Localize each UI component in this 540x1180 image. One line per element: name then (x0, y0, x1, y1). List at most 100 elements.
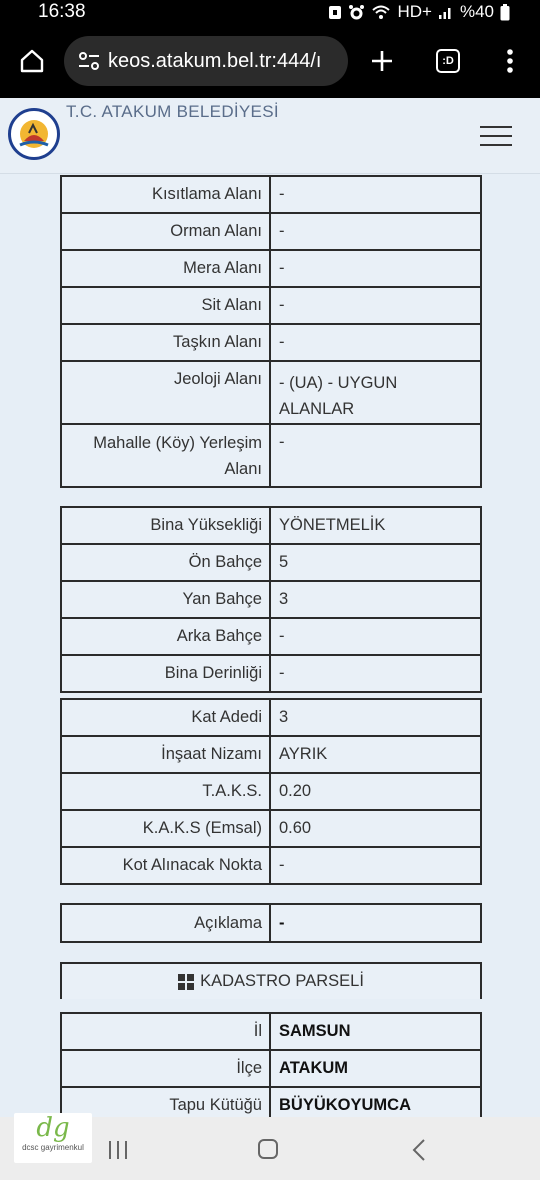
table-row: İlçe ATAKUM (60, 1049, 482, 1088)
row-value: BÜYÜKOYUMCA (269, 1086, 482, 1117)
alarm-icon (349, 4, 365, 19)
home-nav-button[interactable] (258, 1139, 278, 1159)
row-label: Açıklama (60, 903, 271, 943)
table-row: Kısıtlama Alanı - (60, 175, 482, 214)
row-label: Taşkın Alanı (60, 323, 271, 362)
row-label: Jeoloji Alanı (60, 360, 271, 425)
row-value: 5 (269, 543, 482, 582)
row-label: Kat Adedi (60, 698, 271, 737)
watermark-badge: dg dcsc gayrimenkul (14, 1113, 92, 1163)
site-header: T.C. ATAKUM BELEDİYESİ (0, 98, 540, 174)
tab-count: :D (442, 55, 454, 67)
recent-apps-button[interactable] (108, 1141, 128, 1164)
grid-icon (178, 973, 195, 990)
watermark-monogram: dg (36, 1113, 70, 1143)
tab-switcher-button[interactable]: :D (416, 24, 480, 98)
row-label: Arka Bahçe (60, 617, 271, 656)
table-row: Arka Bahçe - (60, 617, 482, 656)
table-row: İl SAMSUN (60, 1012, 482, 1051)
row-label: Ön Bahçe (60, 543, 271, 582)
back-chevron-icon (412, 1139, 425, 1161)
row-value: - (269, 175, 482, 214)
battery-percent: %40 (459, 2, 494, 21)
table-row: Mahalle (Köy) Yerleşim Alanı - (60, 423, 482, 488)
site-title: T.C. ATAKUM BELEDİYESİ (66, 102, 279, 121)
lock-notification-icon (329, 6, 342, 19)
row-label: Kısıtlama Alanı (60, 175, 271, 214)
construction-table: Kat Adedi 3 İnşaat Nizamı AYRIK T.A.K.S. 0.… (60, 698, 482, 885)
row-value: ATAKUM (269, 1049, 482, 1088)
address-bar[interactable]: keos.atakum.bel.tr:444/ı (64, 36, 348, 86)
row-label: İl (60, 1012, 271, 1051)
row-value: - (269, 423, 482, 488)
home-icon (20, 49, 44, 73)
row-value: - (UA) - UYGUN ALANLAR (269, 360, 482, 425)
row-label: Kot Alınacak Nokta (60, 846, 271, 885)
row-value: - (269, 323, 482, 362)
hamburger-line (480, 126, 512, 128)
row-label: Bina Yüksekliği (60, 506, 271, 545)
hamburger-menu-button[interactable] (474, 120, 518, 152)
plus-icon (372, 51, 392, 71)
row-label: Sit Alanı (60, 286, 271, 325)
setbacks-table: Bina Yüksekliği YÖNETMELİK Ön Bahçe 5 Yan … (60, 506, 482, 693)
row-value: - (269, 846, 482, 885)
status-icons: HD+ %40 (328, 2, 510, 22)
tab-switcher-icon: :D (436, 49, 460, 73)
row-label: Orman Alanı (60, 212, 271, 251)
row-label: Mahalle (Köy) Yerleşim Alanı (60, 423, 271, 488)
network-type: HD+ (397, 2, 432, 21)
home-button[interactable] (0, 24, 64, 98)
row-value: AYRIK (269, 735, 482, 774)
cadastre-table: İl SAMSUN İlçe ATAKUM Tapu Kütüğü BÜYÜKOYUM… (60, 1012, 482, 1117)
status-time: 16:38 (38, 1, 86, 22)
parcel-info-content[interactable]: Kısıtlama Alanı - Orman Alanı - Mera Alanı… (0, 175, 540, 1117)
table-row: Bina Yüksekliği YÖNETMELİK (60, 506, 482, 545)
row-label: Tapu Kütüğü (60, 1086, 271, 1117)
row-value: 3 (269, 580, 482, 619)
row-label: T.A.K.S. (60, 772, 271, 811)
recent-apps-icon (109, 1141, 127, 1159)
atakum-logo[interactable] (8, 108, 60, 160)
row-label: İlçe (60, 1049, 271, 1088)
table-row: Jeoloji Alanı - (UA) - UYGUN ALANLAR (60, 360, 482, 425)
hamburger-line (480, 144, 512, 146)
municipality-emblem-icon (13, 113, 55, 155)
new-tab-button[interactable] (348, 24, 416, 98)
table-row: Açıklama - (60, 903, 482, 943)
cadastre-section-header[interactable]: KADASTRO PARSELİ (60, 962, 482, 999)
row-value: 0.20 (269, 772, 482, 811)
table-row: K.A.K.S (Emsal) 0.60 (60, 809, 482, 848)
signal-icon (438, 8, 451, 19)
note-table: Açıklama - (60, 903, 482, 943)
status-bar: 16:38 HD+ %40 (0, 0, 540, 24)
table-row: Kot Alınacak Nokta - (60, 846, 482, 885)
table-row: Kat Adedi 3 (60, 698, 482, 737)
row-value: YÖNETMELİK (269, 506, 482, 545)
row-value: - (269, 212, 482, 251)
row-value: - (269, 249, 482, 288)
row-value: - (269, 617, 482, 656)
back-button[interactable] (412, 1139, 426, 1166)
hamburger-line (480, 135, 512, 137)
browser-toolbar: keos.atakum.bel.tr:444/ı :D (0, 24, 540, 98)
table-row: Mera Alanı - (60, 249, 482, 288)
table-row: Ön Bahçe 5 (60, 543, 482, 582)
row-label: K.A.K.S (Emsal) (60, 809, 271, 848)
watermark-text: dcsc gayrimenkul (22, 1143, 84, 1152)
table-row: Sit Alanı - (60, 286, 482, 325)
row-value: 3 (269, 698, 482, 737)
table-row: Bina Derinliği - (60, 654, 482, 693)
zoning-areas-table: Kısıtlama Alanı - Orman Alanı - Mera Alanı… (60, 175, 482, 488)
table-row: Orman Alanı - (60, 212, 482, 251)
battery-icon (500, 3, 510, 20)
wifi-icon (372, 5, 391, 19)
row-value: 0.60 (269, 809, 482, 848)
row-label: Yan Bahçe (60, 580, 271, 619)
row-label: Bina Derinliği (60, 654, 271, 693)
browser-menu-button[interactable] (480, 24, 540, 98)
site-settings-icon (79, 52, 99, 70)
row-value: - (269, 903, 482, 943)
url-text: keos.atakum.bel.tr:444/ı (108, 49, 322, 72)
table-row: Tapu Kütüğü BÜYÜKOYUMCA (60, 1086, 482, 1117)
